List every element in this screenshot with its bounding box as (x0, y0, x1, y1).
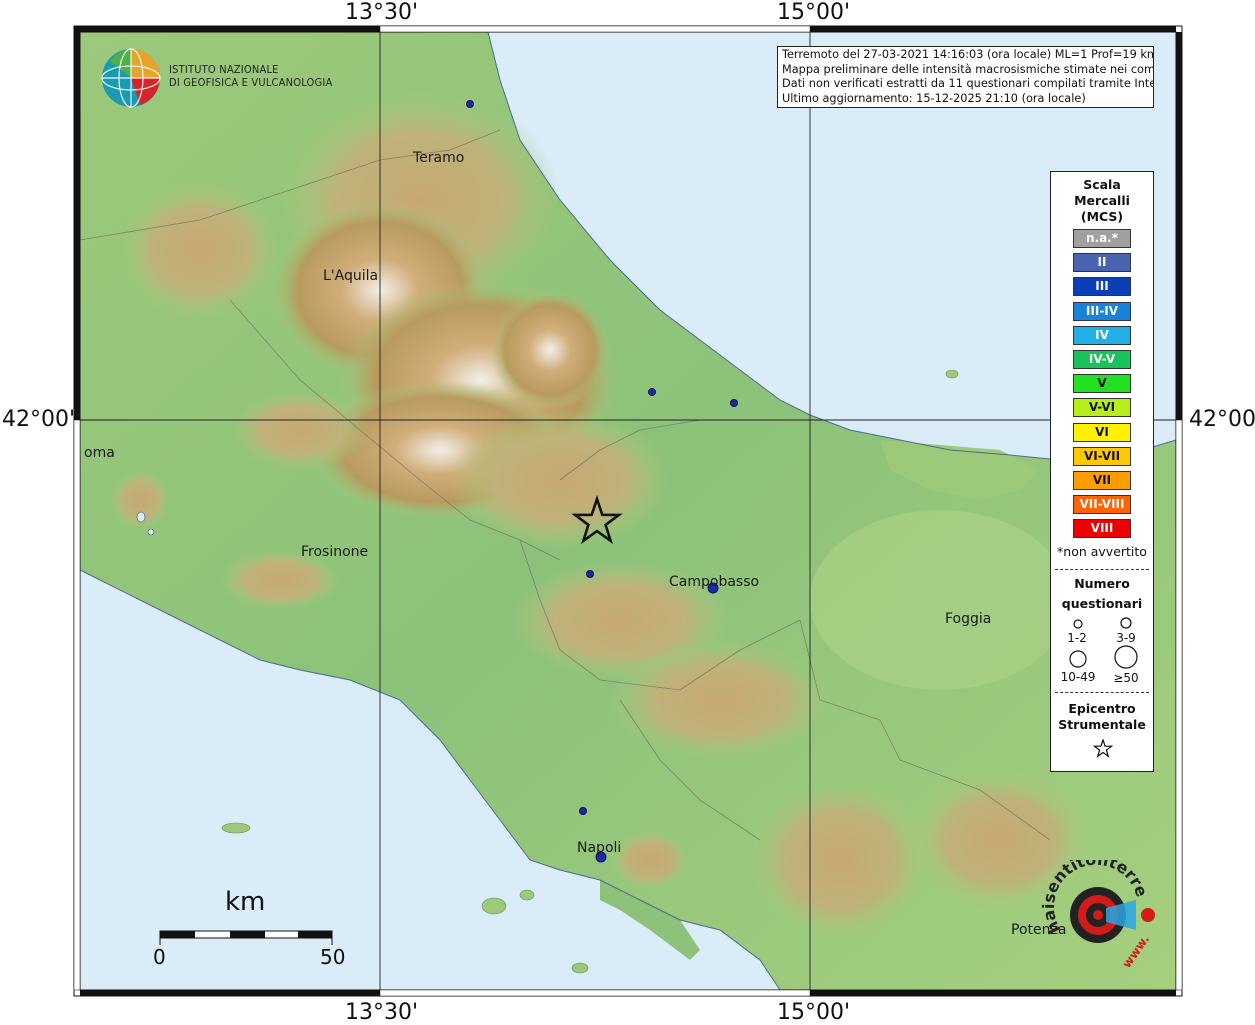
scale-bar-max: 50 (320, 945, 346, 969)
event-info-line: Terremoto del 27-03-2021 14:16:03 (ora l… (782, 48, 1154, 61)
event-info-line: Mappa preliminare delle intensità macros… (782, 62, 1154, 76)
legend-swatch: IV (1073, 325, 1131, 345)
city-label-frosinone: Frosinone (301, 544, 369, 560)
legend-title: Scala Mercalli (MCS) (1074, 177, 1130, 224)
city-label-laquila: L'Aquila (323, 268, 379, 284)
legend-swatch: VII (1073, 471, 1131, 490)
scale-bar: km 0 50 (150, 885, 350, 975)
lon-label-bottom-1: 13°30' (345, 1000, 419, 1025)
city-label-roma: oma (84, 445, 115, 461)
legend-count-class: 1-2 (1067, 631, 1087, 645)
legend-count-class: 10-49 (1060, 670, 1096, 684)
event-info-line: Ultimo aggiornamento: 15-12-2025 21:10 (… (782, 91, 1086, 105)
scale-bar-unit: km (225, 887, 266, 917)
lat-label-right: 42°00' (1189, 407, 1255, 432)
event-info-box: Terremoto del 27-03-2021 14:16:03 (ora l… (777, 46, 1154, 108)
legend-swatch: VI-VII (1073, 446, 1131, 466)
legend-swatch: VII-VIII (1073, 495, 1131, 515)
legend-swatch: VIII (1073, 519, 1131, 539)
questionnaire-point[interactable] (730, 399, 738, 407)
legend-count-title: Numero questionari (1061, 576, 1143, 611)
lon-label-bottom-2: 15°00' (777, 1000, 851, 1025)
city-label-teramo: Teramo (413, 150, 465, 166)
questionnaire-point[interactable] (466, 100, 474, 108)
legend-divider (1055, 569, 1149, 570)
city-label-campobasso: Campobasso (669, 574, 760, 590)
legend-divider (1055, 692, 1149, 693)
lon-label-top-2: 15°00' (777, 0, 851, 25)
legend-count-class: 3-9 (1116, 631, 1136, 645)
legend-star-icon (1093, 739, 1113, 758)
ingv-logo (101, 48, 161, 108)
city-label-foggia: Foggia (945, 611, 992, 627)
city-label-napoli: Napoli (577, 840, 622, 856)
legend-not-felt-note: *non avvertito (1057, 544, 1147, 559)
intensity-legend: Scala Mercalli (MCS) n.a.* II III III-IV IV I… (1050, 171, 1154, 772)
lat-label-left: 42°00' (2, 407, 76, 432)
legend-swatch: IV-V (1073, 350, 1131, 369)
legend-swatch: III (1073, 277, 1131, 297)
badge-url: www. (1119, 932, 1152, 970)
legend-count-class: ≥50 (1113, 671, 1139, 685)
questionnaire-point[interactable] (648, 388, 656, 396)
map-figure: 13°30' 15°00' 13°30' 15°00' 42°00' 42°00… (0, 0, 1255, 1025)
legend-swatch: n.a.* (1073, 229, 1131, 248)
legend-swatch: V-VI (1073, 398, 1131, 418)
legend-swatch: II (1073, 253, 1131, 273)
scale-bar-min: 0 (153, 945, 166, 969)
event-info-line: Dati non verificati estratti da 11 quest… (782, 77, 1154, 90)
tavoliere-plain (810, 510, 1070, 690)
legend-swatch: V (1073, 374, 1131, 394)
ingv-logo-text: ISTITUTO NAZIONALE DI GEOFISICA E VULCAN… (169, 63, 333, 89)
haisentito-badge-icon[interactable]: haisentitoilterremoto.it www. (1036, 860, 1166, 975)
legend-epicenter-title: Epicentro Strumentale (1058, 701, 1146, 732)
lon-label-top-1: 13°30' (345, 0, 419, 25)
questionnaire-point[interactable] (579, 807, 587, 815)
legend-swatch: III-IV (1073, 301, 1131, 321)
legend-swatch: VI (1073, 422, 1131, 442)
questionnaire-point[interactable] (586, 570, 594, 578)
